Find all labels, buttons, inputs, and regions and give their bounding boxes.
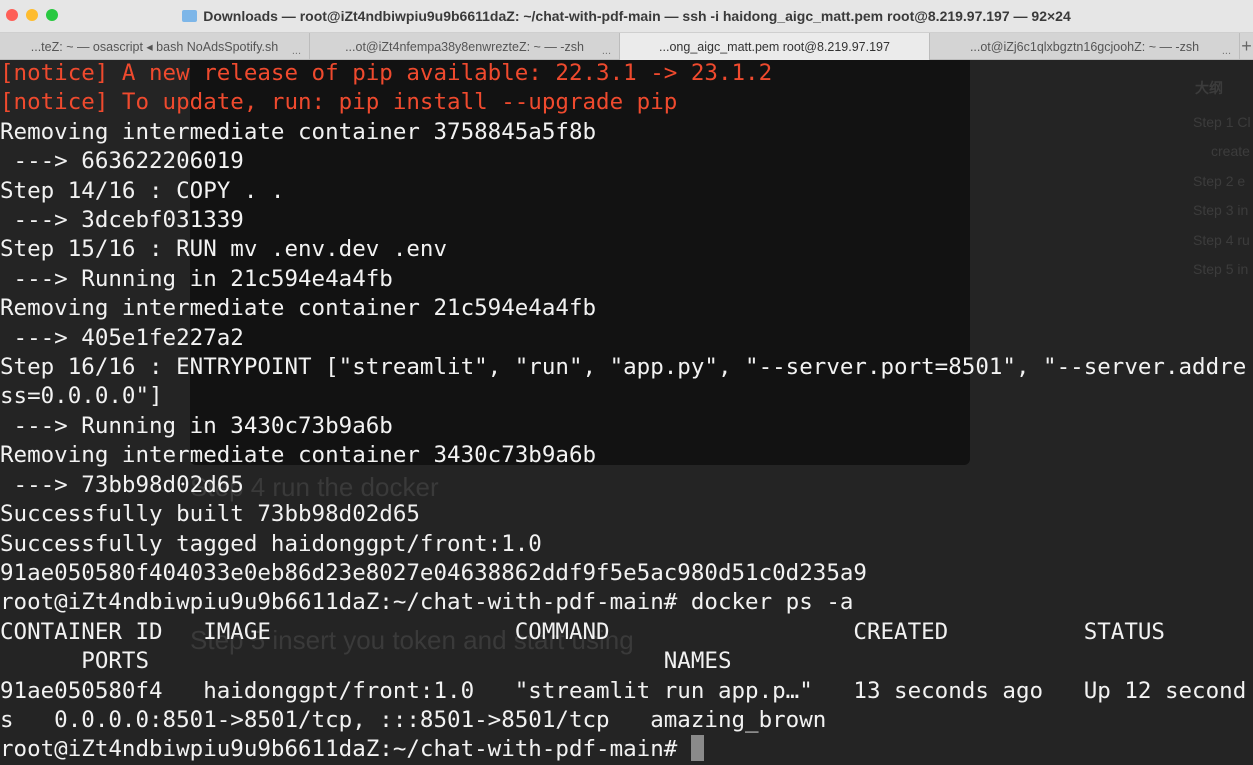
terminal-line: [notice] To update, run: pip install --u… bbox=[0, 89, 678, 116]
tab-4[interactable]: ...ot@iZj6c1qlxbgztn16gcjoohZ: ~ — -zsh.… bbox=[930, 33, 1240, 60]
terminal-line: Successfully tagged haidonggpt/front:1.0 bbox=[0, 530, 542, 557]
folder-icon bbox=[182, 10, 198, 22]
close-button[interactable] bbox=[6, 9, 18, 21]
terminal-line: ---> Running in 3430c73b9a6b bbox=[0, 412, 393, 439]
tab-bar: ...teZ: ~ — osascript ◂ bash NoAdsSpotif… bbox=[0, 33, 1253, 60]
tab-2[interactable]: ...ot@iZt4nfempa38y8enwrezteZ: ~ — -zsh.… bbox=[310, 33, 620, 60]
terminal-line: ---> 3dcebf031339 bbox=[0, 207, 244, 234]
terminal-line: Removing intermediate container 3430c73b… bbox=[0, 442, 597, 469]
terminal-line: root@iZt4ndbiwpiu9u9b6611daZ:~/chat-with… bbox=[0, 589, 854, 616]
terminal-prompt: root@iZt4ndbiwpiu9u9b6611daZ:~/chat-with… bbox=[0, 735, 1253, 764]
tab-label: ...ong_aigc_matt.pem root@8.219.97.197 bbox=[659, 39, 890, 54]
terminal-line: ---> Running in 21c594e4a4fb bbox=[0, 265, 393, 292]
minimize-button[interactable] bbox=[26, 9, 38, 21]
terminal-line: Removing intermediate container 21c594e4… bbox=[0, 295, 597, 322]
tab-more: ... bbox=[1221, 45, 1231, 57]
terminal-line: ss=0.0.0.0"] bbox=[0, 383, 163, 410]
terminal-line: PORTS NAMES bbox=[0, 648, 732, 675]
terminal-line: [notice] A new release of pip available:… bbox=[0, 60, 773, 86]
tab-3-active[interactable]: ...ong_aigc_matt.pem root@8.219.97.197 bbox=[620, 33, 930, 60]
tab-label: ...teZ: ~ — osascript ◂ bash NoAdsSpotif… bbox=[30, 40, 279, 54]
terminal-line: CONTAINER ID IMAGE COMMAND CREATED STATU… bbox=[0, 618, 1165, 645]
terminal-line: 91ae050580f404033e0eb86d23e8027e04638862… bbox=[0, 559, 867, 586]
title-bar: Downloads — root@iZt4ndbiwpiu9u9b6611daZ… bbox=[0, 0, 1253, 33]
terminal-line: ---> 663622206019 bbox=[0, 148, 244, 175]
tab-more: ... bbox=[291, 45, 301, 57]
terminal-line: Step 16/16 : ENTRYPOINT ["streamlit", "r… bbox=[0, 354, 1247, 381]
window-title-text: Downloads — root@iZt4ndbiwpiu9u9b6611daZ… bbox=[203, 8, 1071, 24]
terminal-line: Removing intermediate container 3758845a… bbox=[0, 118, 597, 145]
terminal-output[interactable]: [notice] A new release of pip available:… bbox=[0, 59, 1253, 765]
terminal-cursor bbox=[690, 735, 704, 762]
window-title: Downloads — root@iZt4ndbiwpiu9u9b6611daZ… bbox=[182, 8, 1071, 24]
terminal-line: s 0.0.0.0:8501->8501/tcp, :::8501->8501/… bbox=[0, 706, 827, 733]
new-tab-button[interactable]: + bbox=[1240, 33, 1253, 59]
terminal-line: 91ae050580f4 haidonggpt/front:1.0 "strea… bbox=[0, 677, 1247, 704]
terminal-line: ---> 73bb98d02d65 bbox=[0, 471, 244, 498]
tab-more: ... bbox=[601, 45, 611, 57]
terminal-line: ---> 405e1fe227a2 bbox=[0, 324, 244, 351]
tab-label: ...ot@iZj6c1qlxbgztn16gcjoohZ: ~ — -zsh bbox=[969, 39, 1200, 54]
terminal-line: Step 14/16 : COPY . . bbox=[0, 177, 285, 204]
tab-label: ...ot@iZt4nfempa38y8enwrezteZ: ~ — -zsh bbox=[345, 39, 584, 54]
terminal-line: Successfully built 73bb98d02d65 bbox=[0, 501, 420, 528]
terminal-line: Step 15/16 : RUN mv .env.dev .env bbox=[0, 236, 448, 263]
zoom-button[interactable] bbox=[46, 9, 58, 21]
tab-1[interactable]: ...teZ: ~ — osascript ◂ bash NoAdsSpotif… bbox=[0, 33, 310, 60]
